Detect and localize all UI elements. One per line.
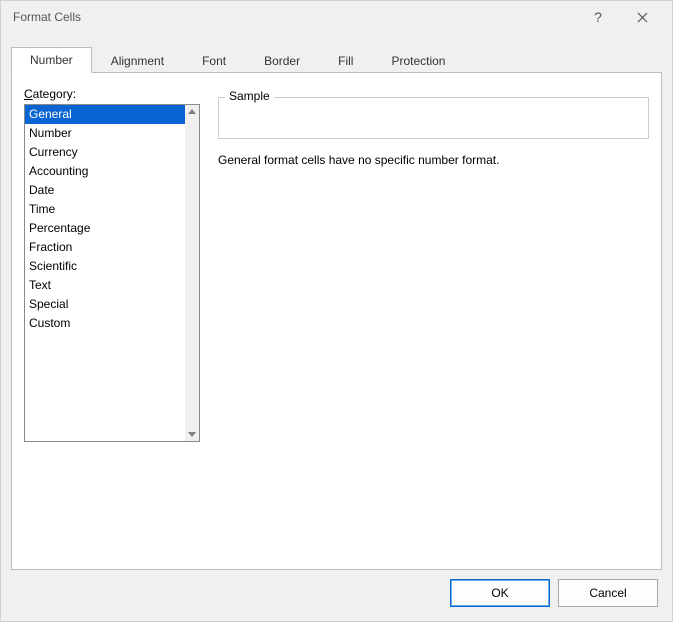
tab-alignment[interactable]: Alignment: [92, 47, 183, 73]
format-cells-dialog: Format Cells ? NumberAlignmentFontBorder…: [0, 0, 673, 622]
close-button[interactable]: [620, 2, 664, 32]
list-item[interactable]: Currency: [25, 143, 185, 162]
list-item[interactable]: Fraction: [25, 238, 185, 257]
list-item[interactable]: Special: [25, 295, 185, 314]
close-icon: [637, 12, 648, 23]
list-item[interactable]: Accounting: [25, 162, 185, 181]
category-label: Category:: [24, 87, 200, 101]
list-item[interactable]: Date: [25, 181, 185, 200]
tab-border[interactable]: Border: [245, 47, 319, 73]
cancel-button[interactable]: Cancel: [558, 579, 658, 607]
list-item[interactable]: Scientific: [25, 257, 185, 276]
scrollbar[interactable]: [185, 105, 199, 441]
dialog-buttons: OK Cancel: [450, 579, 658, 607]
dialog-title: Format Cells: [13, 10, 576, 24]
help-button[interactable]: ?: [576, 2, 620, 32]
tabstrip: NumberAlignmentFontBorderFillProtection: [11, 47, 662, 73]
tab-panel-number: Category: GeneralNumberCurrencyAccountin…: [11, 72, 662, 570]
scroll-up-icon: [188, 109, 196, 114]
titlebar: Format Cells ?: [1, 1, 672, 33]
ok-button[interactable]: OK: [450, 579, 550, 607]
list-item[interactable]: Custom: [25, 314, 185, 333]
scroll-down-icon: [188, 432, 196, 437]
format-description: General format cells have no specific nu…: [218, 153, 649, 167]
help-icon: ?: [594, 9, 602, 25]
list-item[interactable]: General: [25, 105, 185, 124]
tab-number[interactable]: Number: [11, 47, 92, 73]
list-item[interactable]: Time: [25, 200, 185, 219]
list-item[interactable]: Percentage: [25, 219, 185, 238]
tab-fill[interactable]: Fill: [319, 47, 372, 73]
list-item[interactable]: Number: [25, 124, 185, 143]
category-listbox[interactable]: GeneralNumberCurrencyAccountingDateTimeP…: [24, 104, 200, 442]
sample-group: Sample: [218, 97, 649, 139]
sample-label: Sample: [225, 89, 274, 103]
category-list-inner: GeneralNumberCurrencyAccountingDateTimeP…: [25, 105, 185, 441]
list-item[interactable]: Text: [25, 276, 185, 295]
tab-protection[interactable]: Protection: [372, 47, 464, 73]
tab-font[interactable]: Font: [183, 47, 245, 73]
